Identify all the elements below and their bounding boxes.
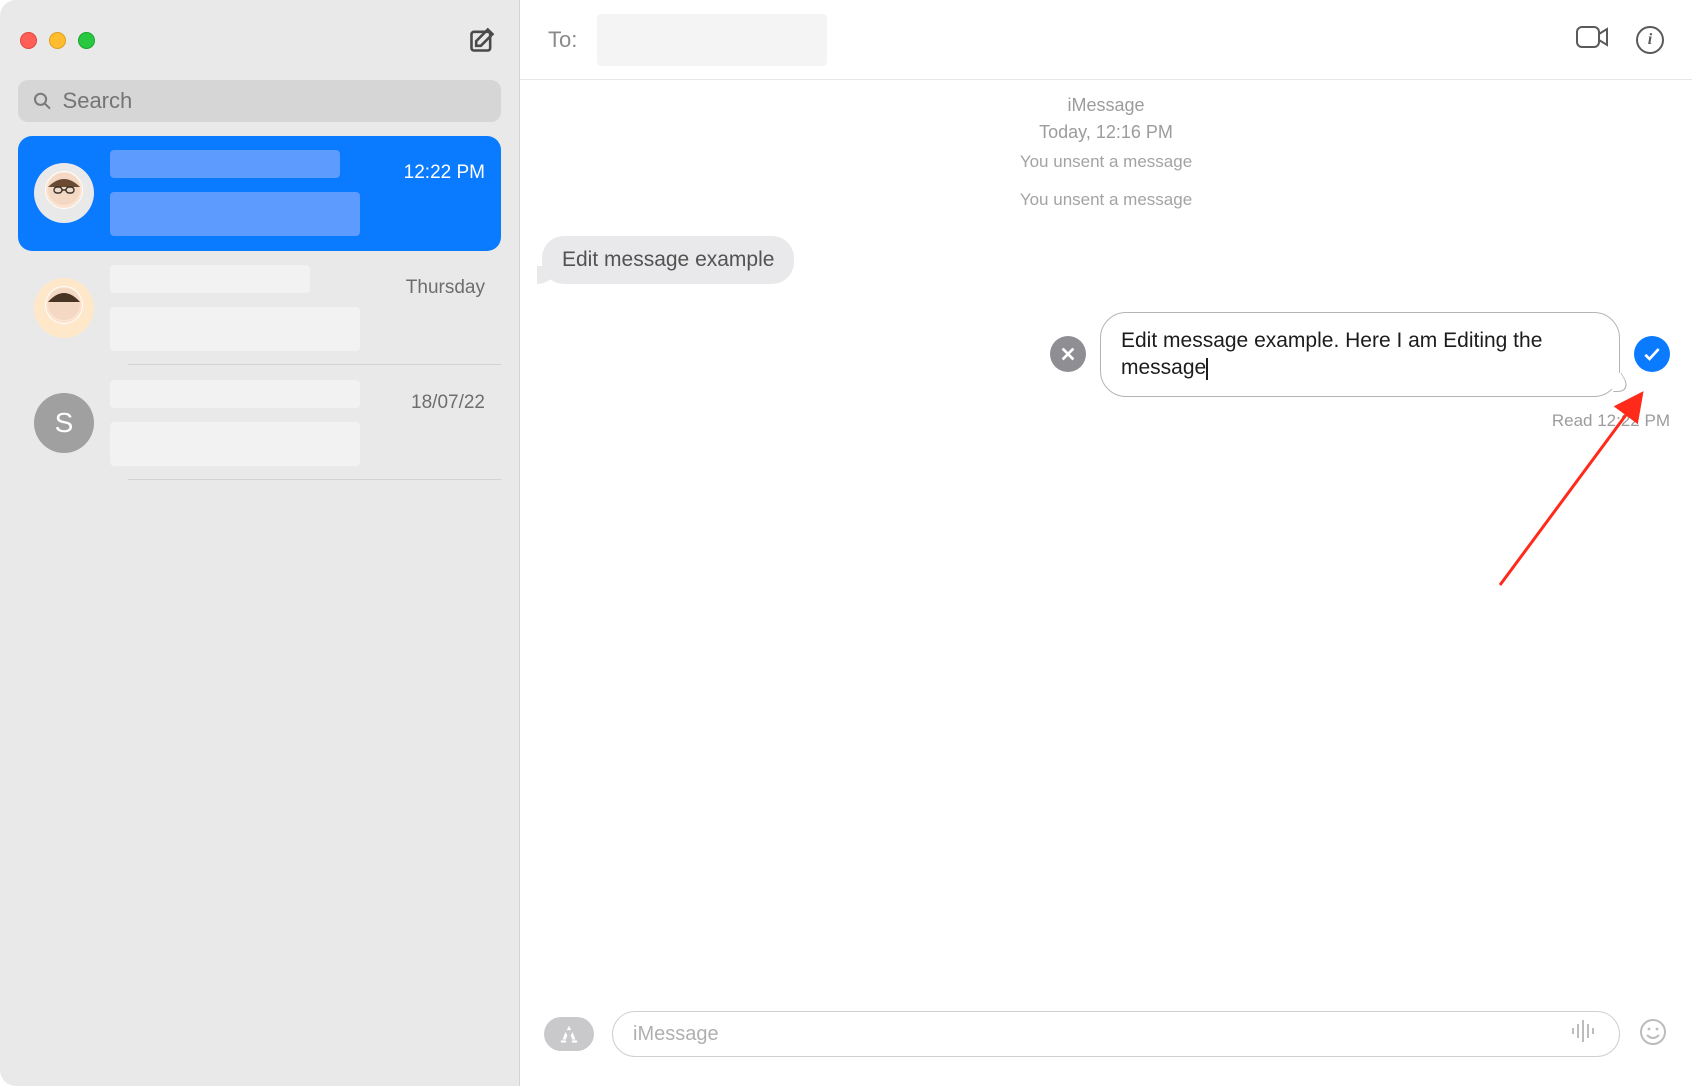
audio-message-button[interactable] <box>1569 1016 1599 1052</box>
main-panel: To: i iMessage Today, 12:16 PM You unsen… <box>520 0 1692 1086</box>
info-icon: i <box>1648 31 1652 49</box>
search-input[interactable] <box>63 88 487 114</box>
smiley-icon <box>1638 1017 1668 1047</box>
conversation-body: 12:22 PM <box>110 150 485 236</box>
emoji-picker-button[interactable] <box>1638 1017 1668 1052</box>
zoom-window-button[interactable] <box>78 32 95 49</box>
text-caret <box>1206 358 1208 380</box>
avatar: S <box>34 393 94 453</box>
to-label: To: <box>548 27 577 53</box>
unsent-notice: You unsent a message <box>542 190 1670 210</box>
conversation-header: To: i <box>520 0 1692 80</box>
avatar-initial: S <box>55 407 74 439</box>
check-icon <box>1642 344 1662 364</box>
window-traffic-lights <box>20 32 95 49</box>
memoji-icon <box>34 163 94 223</box>
incoming-message-text: Edit message example <box>562 248 774 271</box>
facetime-button[interactable] <box>1576 21 1608 58</box>
apps-button[interactable] <box>544 1017 594 1051</box>
conversation-name-redacted <box>110 265 310 293</box>
to-field-redacted[interactable] <box>597 14 827 66</box>
search-field[interactable] <box>18 80 501 122</box>
message-thread[interactable]: iMessage Today, 12:16 PM You unsent a me… <box>520 80 1692 996</box>
edit-message-bubble[interactable]: Edit message example. Here I am Editing … <box>1100 312 1620 397</box>
compose-icon <box>468 26 496 54</box>
incoming-message-bubble[interactable]: Edit message example <box>542 236 794 284</box>
close-window-button[interactable] <box>20 32 37 49</box>
compose-new-message-button[interactable] <box>465 23 499 57</box>
conversation-body: 18/07/22 <box>110 380 485 466</box>
video-icon <box>1576 21 1608 53</box>
conversation-item[interactable]: Thursday <box>18 251 501 366</box>
thread-meta: iMessage Today, 12:16 PM <box>542 92 1670 146</box>
conversation-item[interactable]: 12:22 PM <box>18 136 501 251</box>
service-label: iMessage <box>542 92 1670 119</box>
thread-date: Today, 12:16 PM <box>1039 122 1173 142</box>
unsent-notice: You unsent a message <box>542 152 1670 172</box>
conversation-name-redacted <box>110 150 340 178</box>
cancel-edit-button[interactable] <box>1050 336 1086 372</box>
header-actions: i <box>1576 21 1664 58</box>
conversation-name-redacted <box>110 380 360 408</box>
conversation-body: Thursday <box>110 265 485 351</box>
conversation-time: 18/07/22 <box>411 392 485 414</box>
search-icon <box>32 90 53 112</box>
details-button[interactable]: i <box>1636 26 1664 54</box>
sidebar: 12:22 PM Thursday <box>0 0 520 1086</box>
confirm-edit-button[interactable] <box>1634 336 1670 372</box>
read-receipt: Read 12:22 PM <box>542 411 1670 431</box>
compose-field[interactable]: iMessage <box>612 1011 1620 1057</box>
conversation-preview-redacted <box>110 422 360 466</box>
memoji-icon <box>34 278 94 338</box>
conversation-preview-redacted <box>110 307 360 351</box>
compose-placeholder: iMessage <box>633 1023 719 1046</box>
search-container <box>0 80 519 136</box>
sidebar-titlebar <box>0 0 519 80</box>
close-icon <box>1059 345 1077 363</box>
conversation-time: 12:22 PM <box>404 162 485 184</box>
minimize-window-button[interactable] <box>49 32 66 49</box>
conversation-time: Thursday <box>406 277 485 299</box>
waveform-icon <box>1569 1016 1599 1046</box>
composer: iMessage <box>520 996 1692 1086</box>
avatar <box>34 278 94 338</box>
conversation-list: 12:22 PM Thursday <box>0 136 519 481</box>
edit-message-text: Edit message example. Here I am Editing … <box>1121 329 1542 379</box>
conversation-preview-redacted <box>110 192 360 236</box>
app-store-icon <box>558 1023 580 1045</box>
conversation-item[interactable]: S 18/07/22 <box>18 366 501 481</box>
avatar <box>34 163 94 223</box>
edit-message-row: Edit message example. Here I am Editing … <box>542 312 1670 397</box>
